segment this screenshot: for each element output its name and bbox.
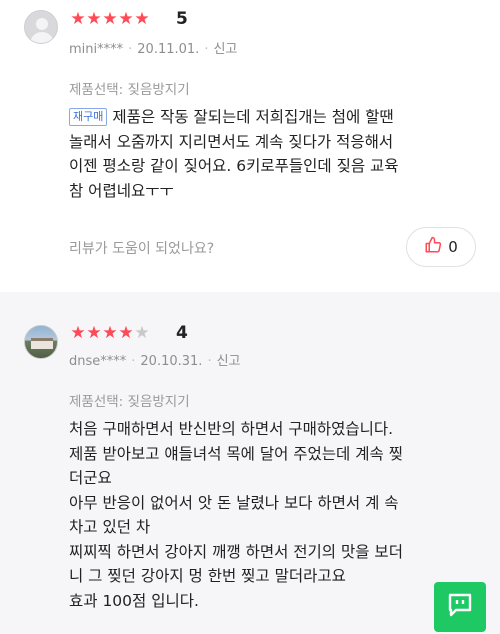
user-avatar — [24, 10, 58, 44]
product-option: 제품선택: 짖음방지기 — [69, 82, 190, 98]
star-filled-icon: ★ — [118, 323, 134, 343]
star-filled-icon: ★ — [86, 323, 102, 343]
reviewer-id: mini**** — [69, 42, 124, 57]
product-option: 제품선택: 짖음방지기 — [69, 394, 190, 410]
star-empty-icon: ★ — [134, 323, 150, 343]
helpful-prompt: 리뷰가 도움이 되었나요? — [69, 241, 215, 257]
review-line: 참 어렵네요ㅜㅜ — [69, 181, 174, 200]
thumbs-up-icon — [424, 236, 442, 258]
review-line: 차고 있던 차 — [69, 518, 151, 536]
review-line: 더군요 — [69, 469, 112, 487]
review-content: 재구매 제품은 작동 잘되는데 저희집개는 첨에 할땐 놀래서 오줌까지 지리면서… — [69, 105, 479, 203]
review-line: 놀래서 오줌까지 지리면서도 계속 짖다가 적응해서 — [69, 132, 394, 151]
review-line: 니 그 찢던 강아지 멍 한번 찢고 말더라고요 — [69, 567, 346, 585]
review-content: 처음 구매하면서 반신반의 하면서 구매하였습니다. 제품 받아보고 얘들녀석 … — [69, 417, 479, 613]
review-item: ★ ★ ★ ★ ★ 5 mini**** · 20.11.01. · 신고 제품선택: 짖음방지… — [0, 0, 500, 292]
star-filled-icon: ★ — [70, 323, 86, 343]
review-meta: dnse**** · 20.10.31. · 신고 — [69, 354, 241, 369]
review-line: 효과 100점 입니다. — [69, 591, 199, 610]
user-avatar — [24, 325, 58, 359]
like-count: 0 — [448, 238, 458, 256]
rating-value: 5 — [176, 9, 188, 29]
star-filled-icon: ★ — [134, 9, 150, 29]
like-button[interactable]: 0 — [406, 227, 476, 267]
reviewer-id: dnse**** — [69, 354, 127, 369]
review-date: 20.11.01. — [137, 42, 200, 57]
chat-icon — [446, 591, 474, 623]
repurchase-badge: 재구매 — [69, 108, 108, 126]
review-item: ★ ★ ★ ★ ★ 4 dnse**** · 20.10.31. · 신고 제품선택: 짖음방지… — [0, 292, 500, 634]
report-link[interactable]: 신고 — [217, 354, 241, 369]
review-line: 찌찌찍 하면서 강아지 깨깽 하면서 전기의 맛을 보더 — [69, 542, 403, 561]
rating-value: 4 — [176, 323, 188, 343]
star-filled-icon: ★ — [118, 9, 134, 29]
review-line: 재구매 제품은 작동 잘되는데 저희집개는 첨에 할땐 — [69, 105, 479, 130]
report-link[interactable]: 신고 — [213, 42, 237, 57]
review-date: 20.10.31. — [140, 354, 203, 369]
star-filled-icon: ★ — [102, 9, 118, 29]
chat-button[interactable] — [434, 582, 486, 632]
star-filled-icon: ★ — [86, 9, 102, 29]
review-line: 제품 받아보고 얘들녀석 목에 달어 주었는데 계속 찢 — [69, 444, 403, 463]
review-meta: mini**** · 20.11.01. · 신고 — [69, 42, 238, 57]
review-line: 처음 구매하면서 반신반의 하면서 구매하였습니다. — [69, 420, 394, 438]
review-line: 아무 반응이 없어서 앗 돈 날렸나 보다 하면서 계 속 — [69, 493, 399, 512]
review-line: 이젠 평소랑 같이 짖어요. 6키로푸들인데 짖음 교육 — [69, 157, 399, 175]
star-filled-icon: ★ — [70, 9, 86, 29]
star-filled-icon: ★ — [102, 323, 118, 343]
star-rating: ★ ★ ★ ★ ★ — [70, 9, 150, 29]
star-rating: ★ ★ ★ ★ ★ — [70, 323, 150, 343]
